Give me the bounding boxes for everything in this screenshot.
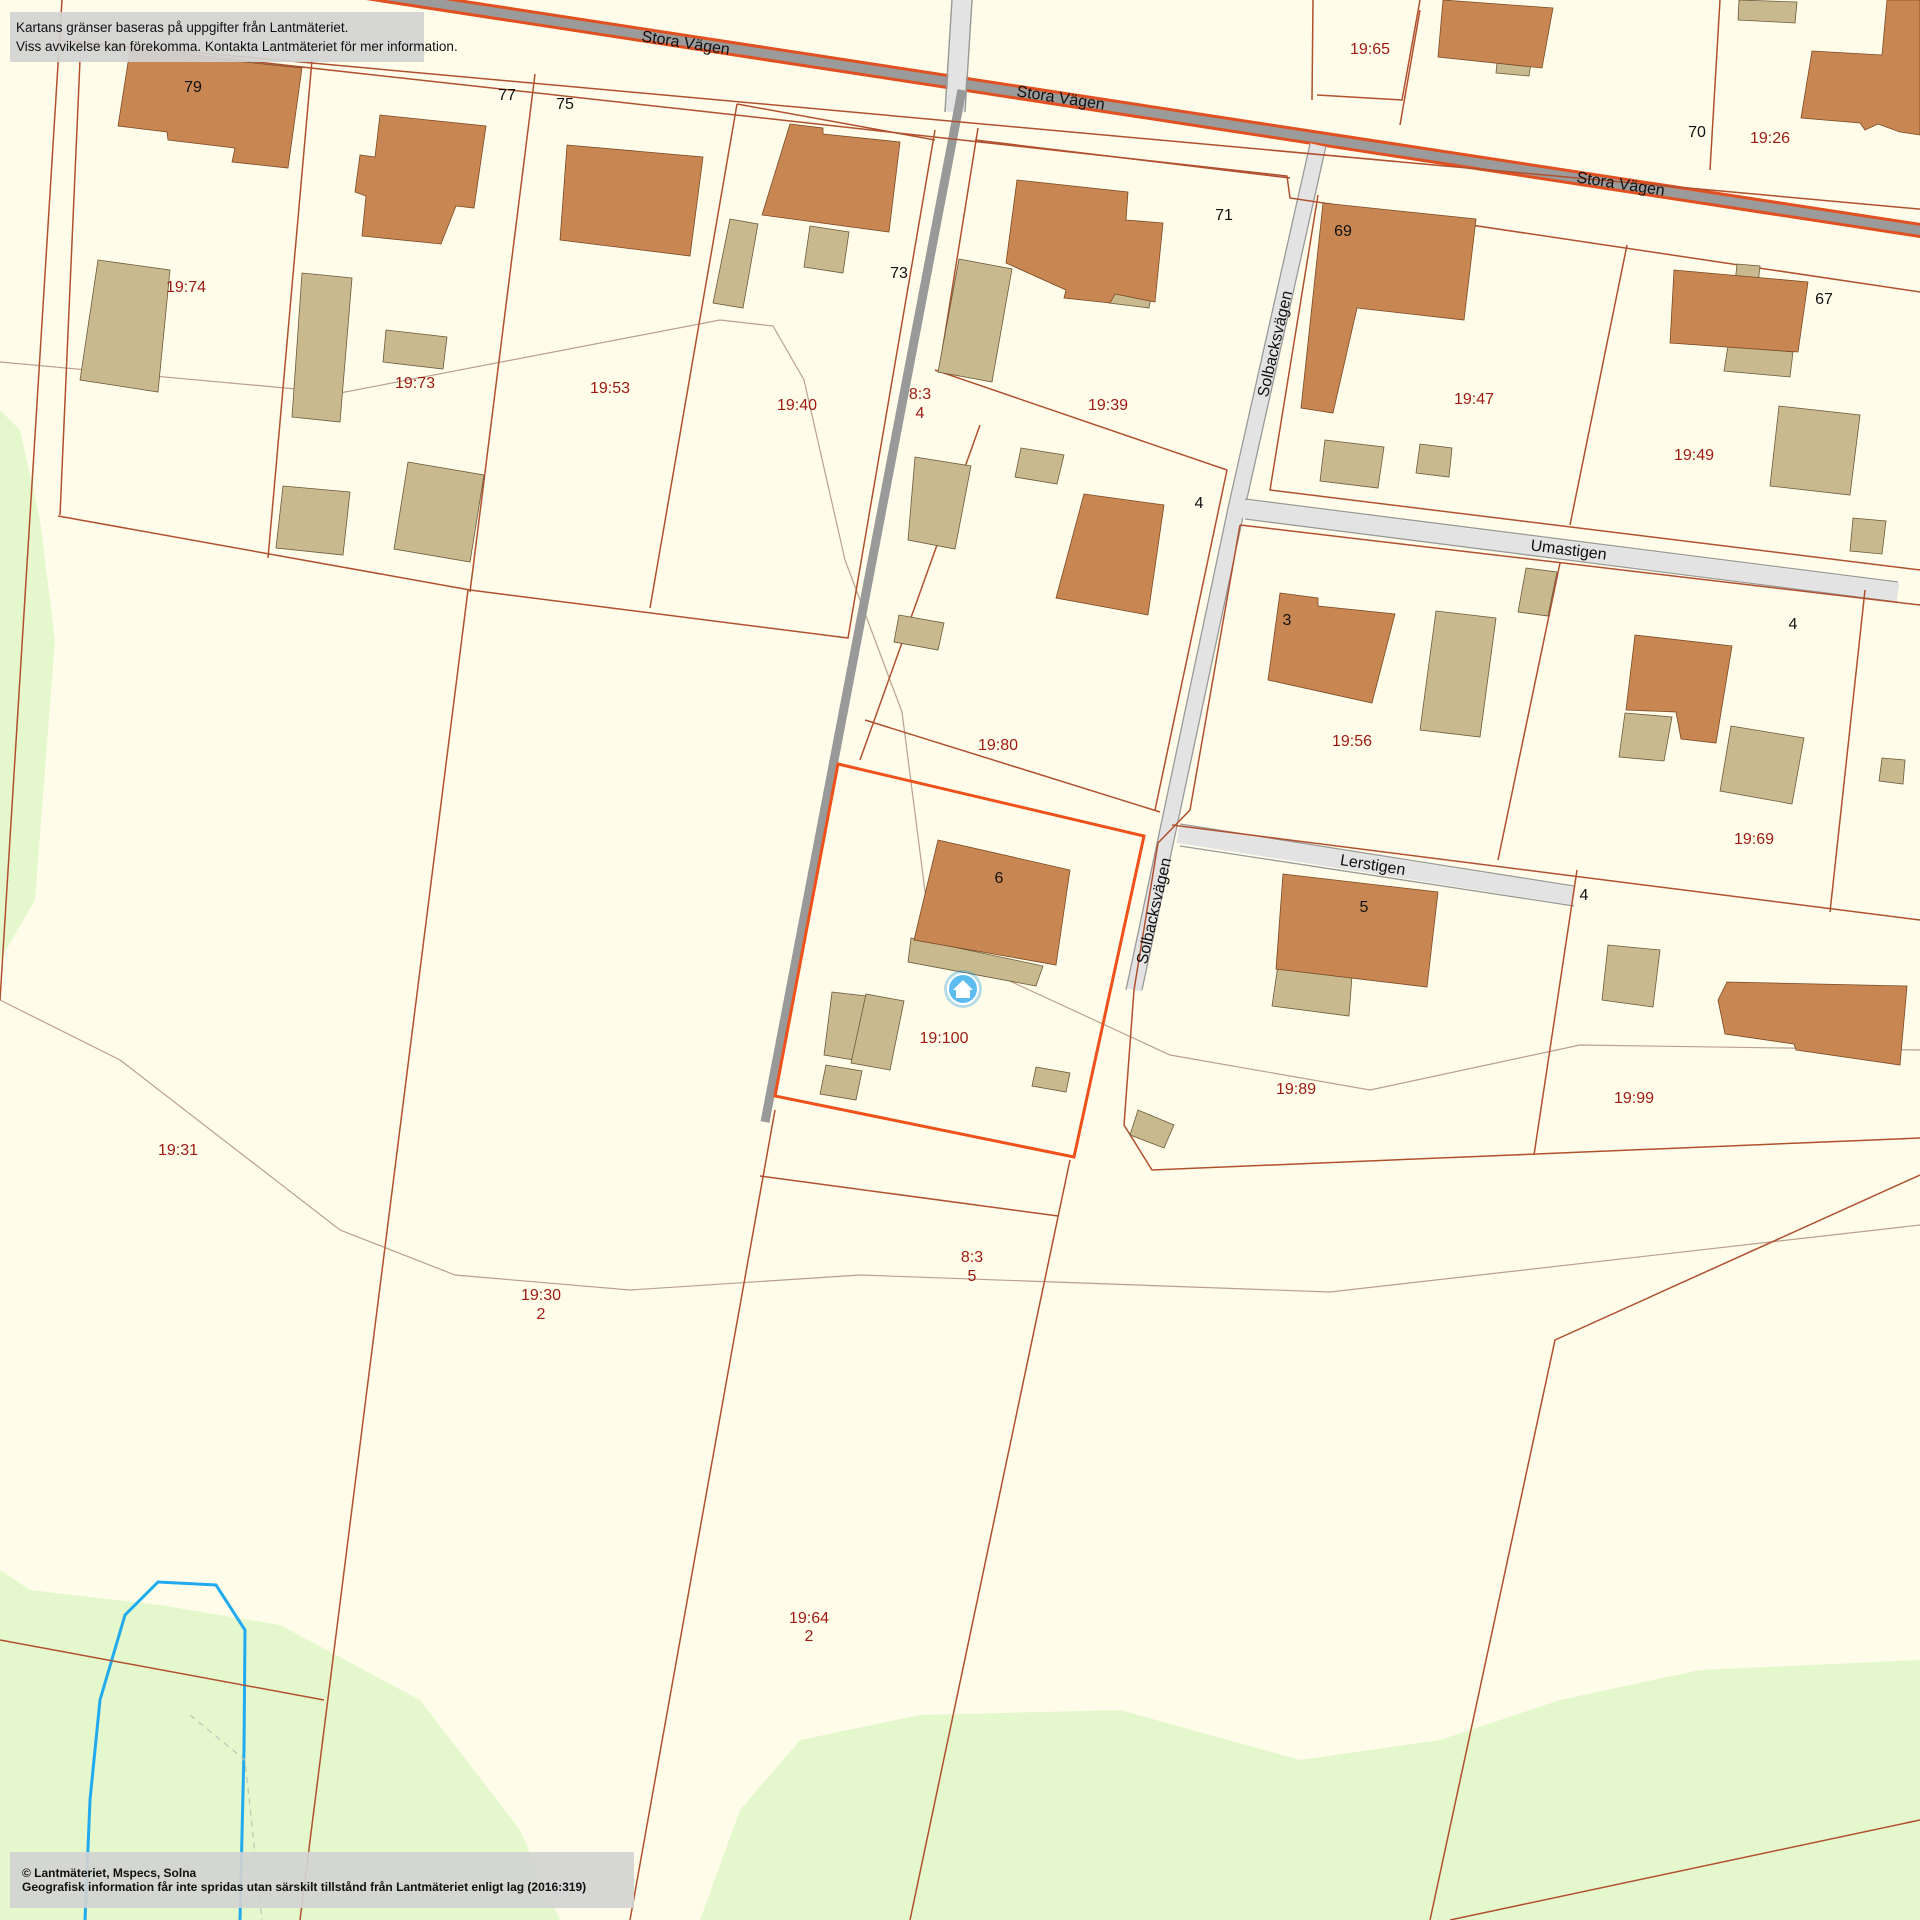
address-number: 67 bbox=[1815, 291, 1833, 308]
copyright-line: © Lantmäteriet, Mspecs, Solna bbox=[22, 1866, 197, 1880]
address-number: 6 bbox=[995, 870, 1004, 887]
parcel-label: 19:73 bbox=[395, 375, 435, 392]
address-number: 69 bbox=[1334, 223, 1352, 240]
disclaimer-line: Viss avvikelse kan förekomma. Kontakta L… bbox=[16, 39, 458, 54]
parcel-label: 19:69 bbox=[1734, 831, 1774, 848]
parcel-label: 19:56 bbox=[1332, 733, 1372, 750]
address-number: 3 bbox=[1283, 612, 1292, 629]
parcel-label: 19:26 bbox=[1750, 130, 1790, 147]
parcel-label: 19:74 bbox=[166, 279, 206, 296]
parcel-label: 19:31 bbox=[158, 1142, 198, 1159]
address-number: 79 bbox=[184, 79, 202, 96]
address-number: 73 bbox=[890, 265, 908, 282]
copyright-line: Geografisk information får inte spridas … bbox=[22, 1880, 587, 1894]
address-number: 4 bbox=[1580, 887, 1589, 904]
parcel-label: 8:3 bbox=[909, 386, 931, 403]
parcel-label: 19:65 bbox=[1350, 41, 1390, 58]
parcel-label: 8:3 bbox=[961, 1249, 983, 1266]
property-map[interactable]: Stora Vägen Stora Vägen Stora Vägen Solb… bbox=[0, 0, 1920, 1920]
address-number: 5 bbox=[1360, 899, 1369, 916]
parcel-label: 19:39 bbox=[1088, 397, 1128, 414]
parcel-label: 19:40 bbox=[777, 397, 817, 414]
map-copyright-notice: © Lantmäteriet, Mspecs, Solna Geografisk… bbox=[10, 1852, 634, 1908]
parcel-label: 19:89 bbox=[1276, 1081, 1316, 1098]
parcel-label: 19:80 bbox=[978, 737, 1018, 754]
address-number: 77 bbox=[498, 87, 516, 104]
parcel-label: 19:53 bbox=[590, 380, 630, 397]
parcel-label: 19:100 bbox=[920, 1030, 969, 1047]
address-number: 4 bbox=[1195, 495, 1204, 512]
parcel-label: 19:47 bbox=[1454, 391, 1494, 408]
map-disclaimer-top: Kartans gränser baseras på uppgifter frå… bbox=[10, 12, 458, 62]
disclaimer-line: Kartans gränser baseras på uppgifter frå… bbox=[16, 20, 349, 35]
parcel-label: 4 bbox=[916, 405, 925, 422]
parcel-label: 19:64 bbox=[789, 1610, 829, 1627]
parcel-label: 5 bbox=[968, 1268, 977, 1285]
address-number: 75 bbox=[556, 96, 574, 113]
address-number: 71 bbox=[1215, 207, 1233, 224]
parcel-label: 2 bbox=[537, 1306, 546, 1323]
parcel-label: 2 bbox=[805, 1628, 814, 1645]
house-marker-icon[interactable] bbox=[944, 970, 982, 1008]
address-number: 70 bbox=[1688, 124, 1706, 141]
parcel-label: 19:49 bbox=[1674, 447, 1714, 464]
address-number: 4 bbox=[1789, 616, 1798, 633]
parcel-label: 19:30 bbox=[521, 1287, 561, 1304]
parcel-label: 19:99 bbox=[1614, 1090, 1654, 1107]
